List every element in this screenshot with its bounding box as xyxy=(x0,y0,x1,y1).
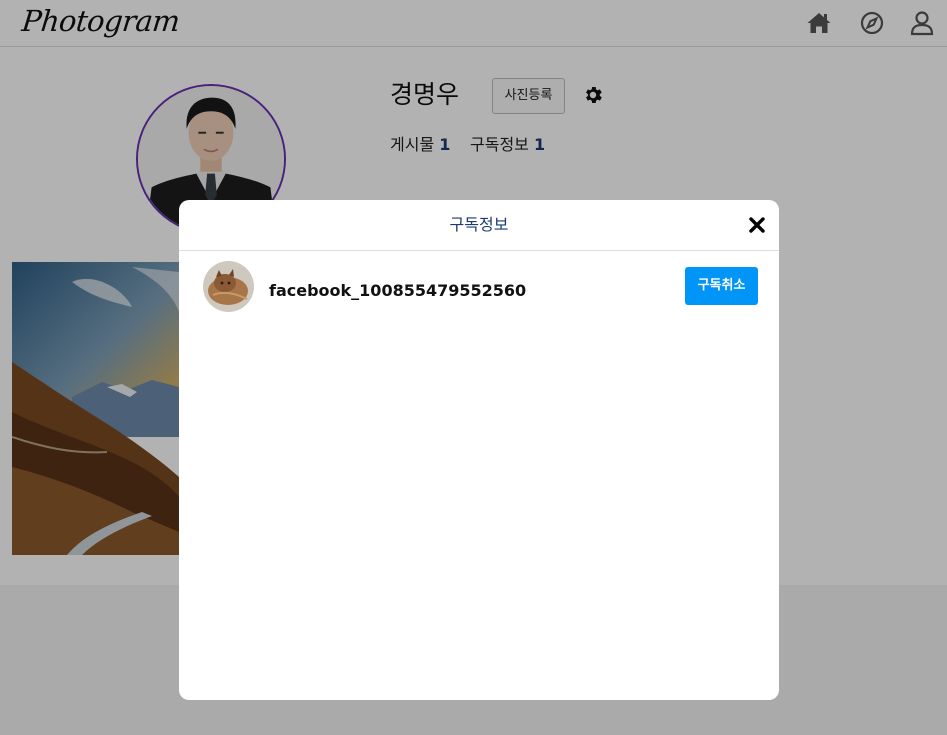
subscriber-username[interactable]: facebook_100855479552560 xyxy=(269,280,526,302)
modal-header: 구독정보 xyxy=(179,200,779,251)
subscription-list-item: facebook_100855479552560 구독취소 xyxy=(179,252,779,320)
modal-title: 구독정보 xyxy=(449,215,509,234)
subscriber-avatar[interactable] xyxy=(203,261,254,312)
unsubscribe-button[interactable]: 구독취소 xyxy=(685,267,758,305)
close-icon[interactable] xyxy=(747,215,767,235)
subscription-modal: 구독정보 facebook_100855479552560 구독취소 xyxy=(179,200,779,700)
